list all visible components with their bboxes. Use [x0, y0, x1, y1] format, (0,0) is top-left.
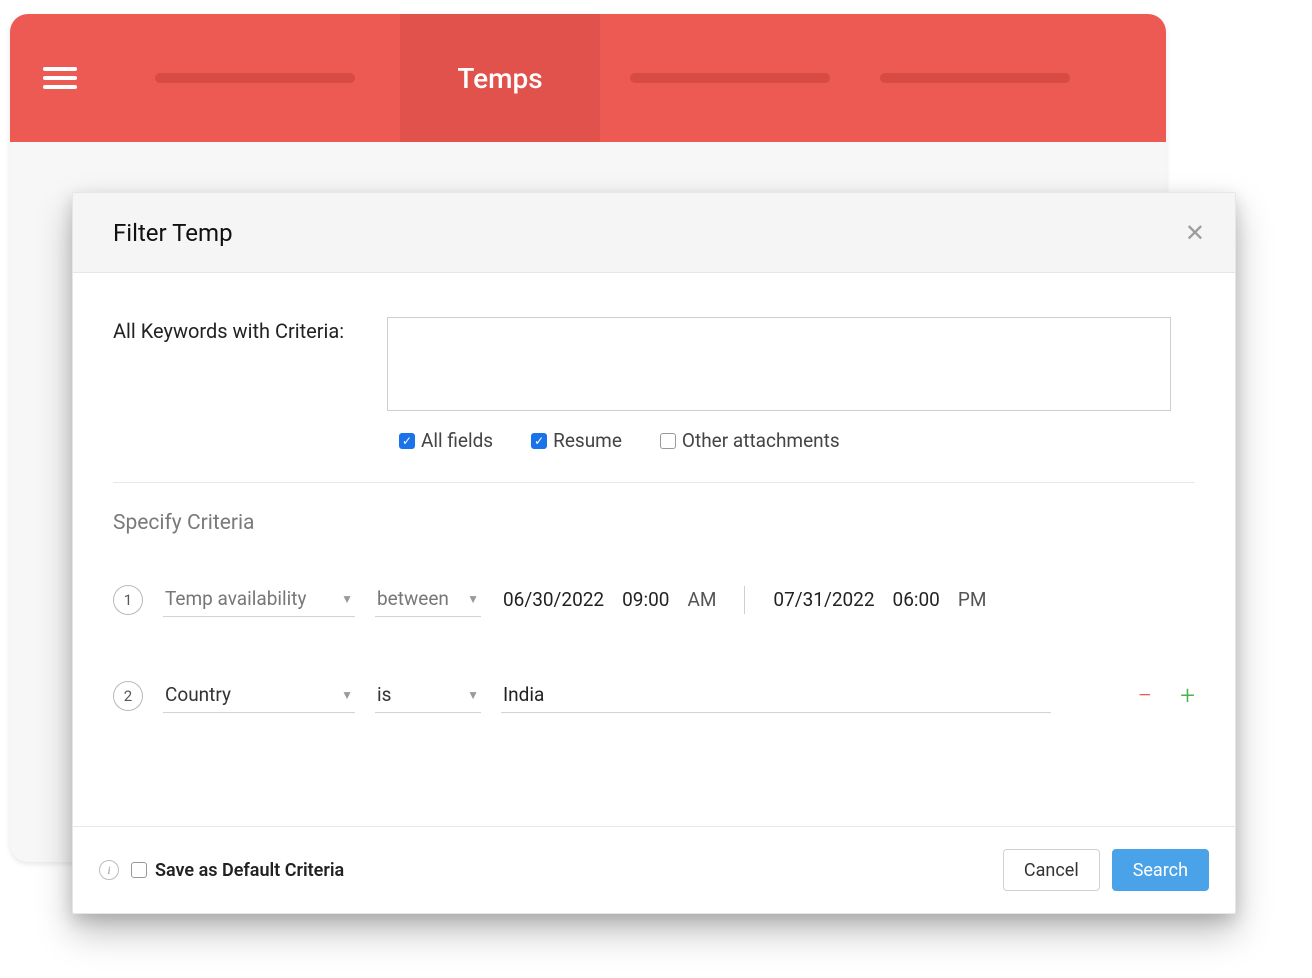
checkbox-icon: [131, 862, 147, 878]
menu-button[interactable]: [10, 14, 110, 142]
search-button[interactable]: Search: [1112, 849, 1209, 891]
from-time[interactable]: 09:00: [620, 584, 671, 617]
tab-placeholder-3[interactable]: [860, 14, 1090, 142]
check-label: Resume: [553, 429, 622, 452]
hamburger-icon: [43, 67, 77, 89]
check-label: All fields: [421, 429, 493, 452]
check-resume[interactable]: ✓ Resume: [531, 429, 622, 452]
to-time[interactable]: 06:00: [891, 584, 942, 617]
separator: [744, 586, 745, 614]
dropdown-value: Temp availability: [165, 587, 306, 610]
criteria-number-badge: 1: [113, 585, 143, 615]
button-label: Cancel: [1024, 860, 1079, 881]
criteria-row: 1 Temp availability ▼ between ▼ 06/30/20…: [113, 583, 1195, 617]
button-label: Search: [1133, 860, 1188, 881]
divider: [113, 482, 1195, 483]
chevron-down-icon: ▼: [341, 592, 353, 606]
dropdown-value: Country: [165, 683, 231, 706]
chevron-down-icon: ▼: [467, 688, 479, 702]
check-label: Other attachments: [682, 429, 840, 452]
placeholder-bar: [155, 73, 355, 83]
to-ampm[interactable]: PM: [956, 584, 989, 617]
keywords-input[interactable]: [387, 317, 1171, 411]
value-group-from: 06/30/2022 09:00 AM: [501, 584, 718, 617]
cancel-button[interactable]: Cancel: [1003, 849, 1100, 891]
remove-row-icon[interactable]: −: [1137, 683, 1152, 709]
filter-modal: Filter Temp ✕ All Keywords with Criteria…: [72, 192, 1236, 914]
criteria-number-badge: 2: [113, 681, 143, 711]
row-actions: − +: [1137, 683, 1195, 709]
tab-temps[interactable]: Temps: [400, 14, 600, 142]
info-icon[interactable]: i: [99, 860, 119, 880]
from-ampm[interactable]: AM: [685, 584, 718, 617]
operator-dropdown[interactable]: is ▼: [375, 679, 481, 713]
check-all-fields[interactable]: ✓ All fields: [399, 429, 493, 452]
modal-header: Filter Temp ✕: [73, 193, 1235, 273]
keyword-scope-checks: ✓ All fields ✓ Resume Other attachments: [399, 429, 1195, 452]
specify-criteria-title: Specify Criteria: [113, 511, 1195, 535]
keywords-row: All Keywords with Criteria:: [113, 317, 1195, 411]
modal-body: All Keywords with Criteria: ✓ All fields…: [73, 273, 1235, 826]
field-dropdown[interactable]: Temp availability ▼: [163, 583, 355, 617]
to-date[interactable]: 07/31/2022: [771, 584, 876, 617]
checkbox-icon: ✓: [531, 433, 547, 449]
keywords-label: All Keywords with Criteria:: [113, 317, 361, 411]
save-default-label: Save as Default Criteria: [155, 860, 344, 881]
dropdown-value: between: [377, 587, 449, 610]
tab-placeholder-1[interactable]: [110, 14, 400, 142]
tab-label: Temps: [457, 62, 542, 95]
modal-footer: i Save as Default Criteria Cancel Search: [73, 826, 1235, 913]
chevron-down-icon: ▼: [467, 592, 479, 606]
placeholder-bar: [630, 73, 830, 83]
value-input[interactable]: [501, 679, 1051, 713]
dropdown-value: is: [377, 683, 391, 706]
tab-placeholder-2[interactable]: [600, 14, 860, 142]
from-date[interactable]: 06/30/2022: [501, 584, 606, 617]
close-icon[interactable]: ✕: [1185, 219, 1205, 247]
checkbox-icon: ✓: [399, 433, 415, 449]
modal-title: Filter Temp: [113, 219, 233, 247]
chevron-down-icon: ▼: [341, 688, 353, 702]
placeholder-bar: [880, 73, 1070, 83]
checkbox-icon: [660, 433, 676, 449]
operator-dropdown[interactable]: between ▼: [375, 583, 481, 617]
field-dropdown[interactable]: Country ▼: [163, 679, 355, 713]
topbar: Temps: [10, 14, 1166, 142]
check-other-attachments[interactable]: Other attachments: [660, 429, 840, 452]
criteria-row: 2 Country ▼ is ▼ − +: [113, 679, 1195, 713]
value-group-to: 07/31/2022 06:00 PM: [771, 584, 988, 617]
add-row-icon[interactable]: +: [1180, 683, 1195, 709]
save-default-check[interactable]: Save as Default Criteria: [131, 860, 344, 881]
